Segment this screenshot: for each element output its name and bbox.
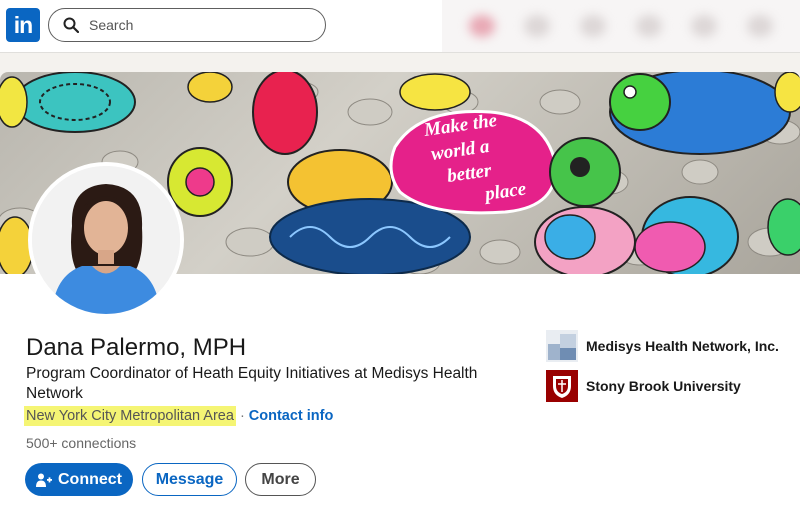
profile-card: Make the world a better place Dana Paler… (0, 72, 800, 515)
profile-name: Dana Palermo, MPH (26, 334, 247, 361)
profile-photo[interactable] (28, 162, 184, 318)
blurred-nav-icon[interactable] (691, 15, 718, 37)
current-company-link[interactable]: Medisys Health Network, Inc. (546, 330, 779, 362)
more-button-label: More (261, 470, 300, 488)
university-name: Stony Brook University (586, 378, 741, 394)
top-nav-bar: in (0, 0, 800, 52)
profile-photo-image (32, 166, 180, 314)
linkedin-logo-icon[interactable]: in (6, 8, 40, 42)
separator-dot: · (239, 408, 245, 424)
search-icon (63, 17, 79, 33)
university-logo-icon (546, 370, 578, 402)
blurred-nav-icon[interactable] (468, 15, 495, 37)
blurred-nav-icon[interactable] (747, 15, 774, 37)
blurred-nav-icons (442, 0, 800, 52)
contact-info-link[interactable]: Contact info (249, 408, 334, 424)
blurred-nav-icon[interactable] (635, 15, 662, 37)
company-logo-icon (546, 330, 578, 362)
blurred-nav-icon[interactable] (580, 15, 607, 37)
add-person-icon (36, 473, 52, 487)
message-button-label: Message (155, 470, 224, 488)
profile-location: New York City Metropolitan Area (24, 406, 236, 426)
blurred-nav-icon[interactable] (524, 15, 551, 37)
message-button[interactable]: Message (142, 463, 237, 496)
profile-headline: Program Coordinator of Heath Equity Init… (26, 365, 478, 402)
connect-button[interactable]: Connect (25, 463, 133, 496)
connections-count[interactable]: 500+ connections (26, 435, 136, 451)
education-link[interactable]: Stony Brook University (546, 370, 741, 402)
more-button[interactable]: More (245, 463, 316, 496)
connect-button-label: Connect (58, 470, 122, 488)
search-input[interactable] (89, 17, 309, 33)
nav-divider (0, 52, 800, 53)
company-name: Medisys Health Network, Inc. (586, 338, 779, 354)
location-row: New York City Metropolitan Area · Contac… (24, 406, 333, 426)
search-box[interactable] (48, 8, 326, 42)
